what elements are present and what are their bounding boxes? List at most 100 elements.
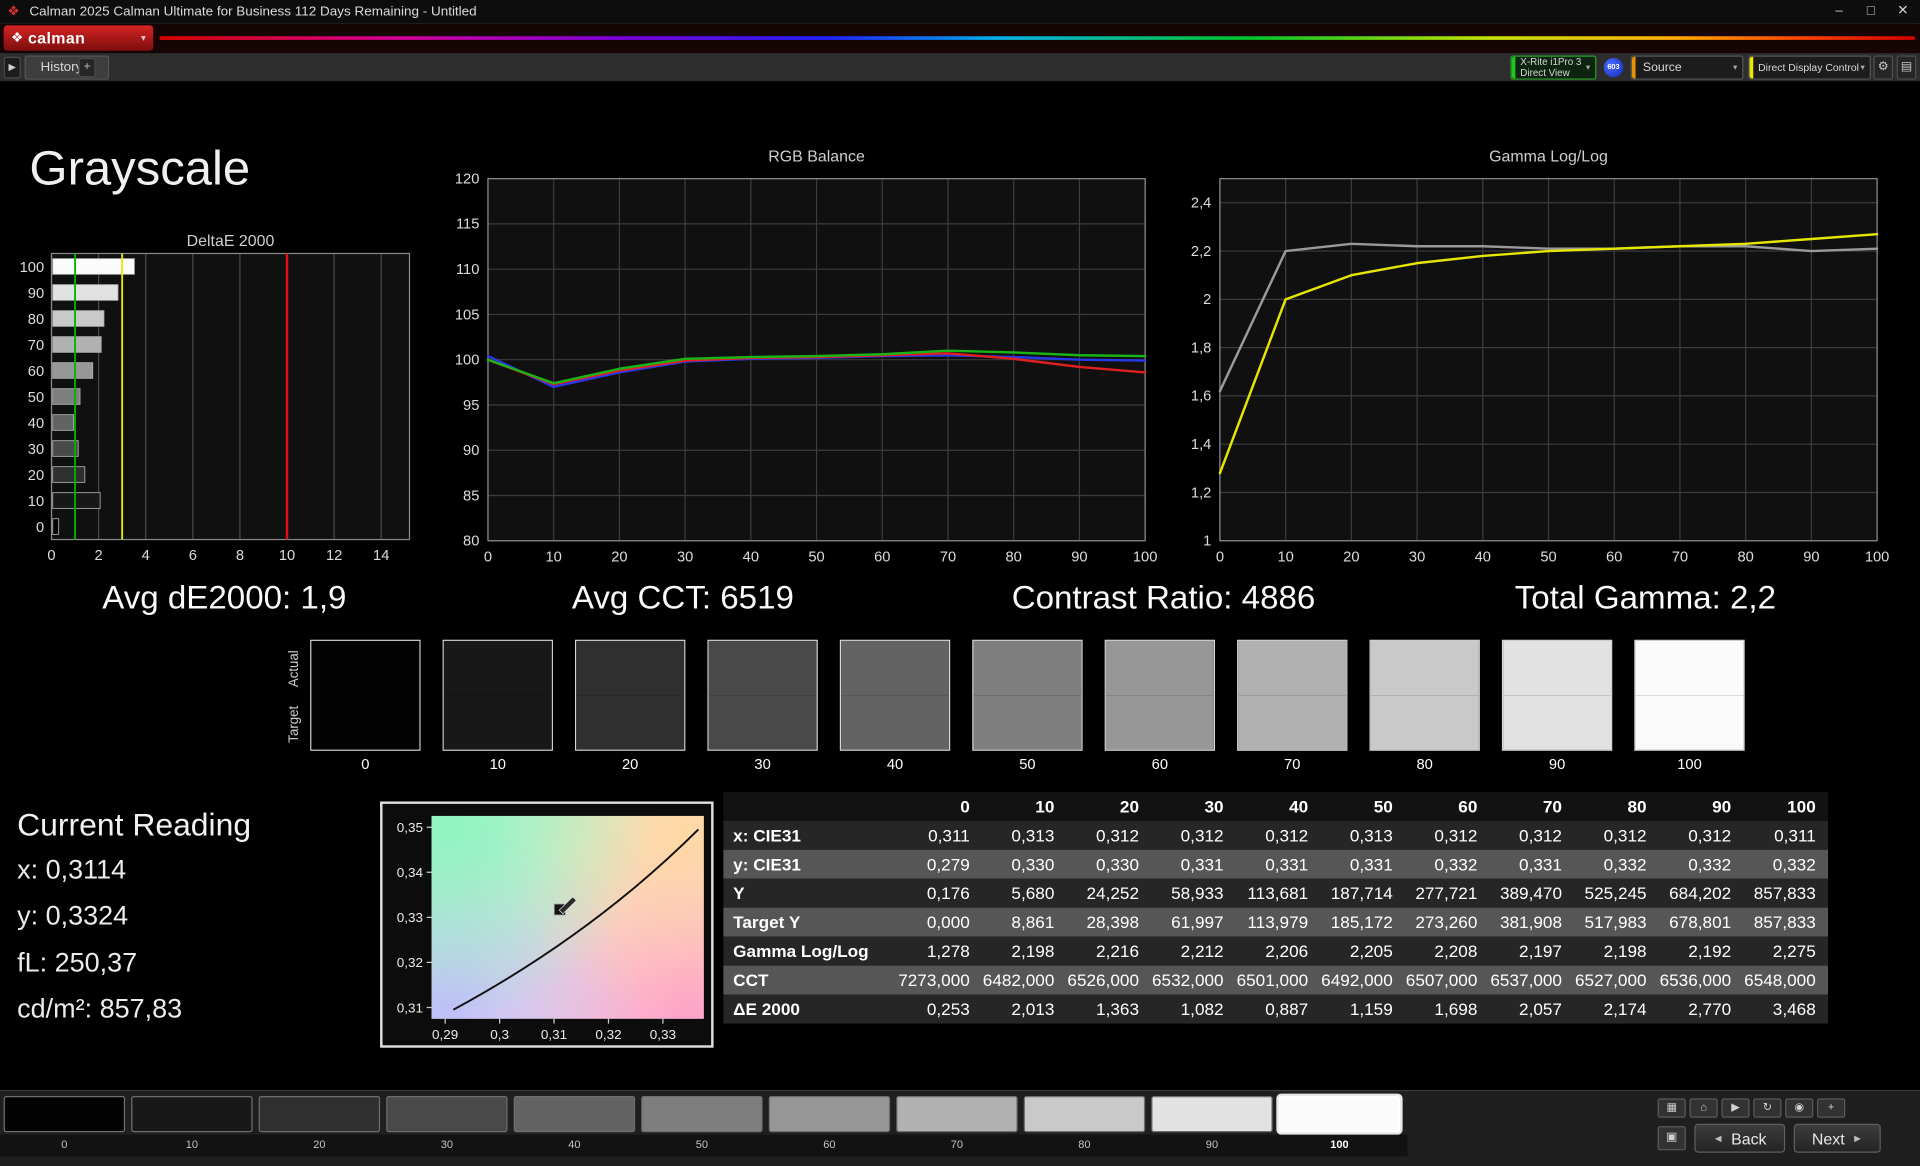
display-control-select[interactable]: Direct Display Control ▾ xyxy=(1748,55,1871,80)
svg-text:8: 8 xyxy=(236,548,244,564)
pattern-level-button-80[interactable] xyxy=(1023,1095,1146,1133)
minimize-button[interactable]: – xyxy=(1827,2,1852,20)
panel-toggle-button[interactable]: ▤ xyxy=(1896,55,1917,80)
table-row-label: x: CIE31 xyxy=(733,825,801,845)
table-cell: 277,721 xyxy=(1415,883,1478,903)
table-cell: 61,997 xyxy=(1171,912,1224,932)
meter-select[interactable]: X-Rite i1Pro 3 Direct View ▾ xyxy=(1510,55,1597,80)
table-cell: 0,312 xyxy=(1519,825,1562,845)
table-cell: 1,363 xyxy=(1096,999,1140,1019)
back-button[interactable]: ◄ Back xyxy=(1694,1123,1785,1153)
actual-patch xyxy=(311,640,420,696)
table-column-header: 60 xyxy=(1458,796,1478,816)
pattern-window-button[interactable]: ▦ xyxy=(1657,1098,1686,1118)
table-cell: 0,332 xyxy=(1688,854,1732,874)
svg-text:80: 80 xyxy=(1737,549,1753,565)
svg-text:1: 1 xyxy=(1203,534,1211,550)
svg-text:0,35: 0,35 xyxy=(397,820,423,835)
pattern-level-button-50[interactable] xyxy=(641,1095,763,1133)
table-column-header: 90 xyxy=(1712,796,1732,816)
svg-text:70: 70 xyxy=(1672,549,1688,565)
pattern-home-button[interactable]: ⌂ xyxy=(1689,1098,1718,1118)
gamma-chart-title: Gamma Log/Log xyxy=(1489,147,1608,166)
table-column-header: 20 xyxy=(1119,796,1140,816)
pattern-level-button-0[interactable] xyxy=(3,1095,126,1133)
pattern-level-button-10[interactable] xyxy=(131,1095,253,1133)
deltae-bar-20 xyxy=(52,466,86,483)
grayscale-patch-0 xyxy=(310,639,421,751)
pattern-level-button-90[interactable] xyxy=(1151,1095,1273,1133)
actual-patch xyxy=(841,640,949,696)
maximize-button[interactable]: □ xyxy=(1859,2,1884,20)
table-column-header: 100 xyxy=(1787,796,1816,816)
pattern-play-button[interactable]: ▶ xyxy=(1721,1098,1750,1118)
svg-text:20: 20 xyxy=(28,468,44,484)
deltae-bar-10 xyxy=(52,492,101,509)
target-patch xyxy=(1105,695,1214,750)
target-patch xyxy=(1503,695,1612,750)
table-cell: 0,312 xyxy=(1603,825,1647,845)
pattern-refresh-button[interactable]: ↻ xyxy=(1753,1098,1782,1118)
svg-text:1,6: 1,6 xyxy=(1191,389,1211,405)
svg-text:20: 20 xyxy=(611,549,627,565)
pattern-level-label: 0 xyxy=(61,1138,68,1151)
table-row-label: Y xyxy=(733,883,745,903)
brand-bar: ❖ calman ▾ xyxy=(0,24,1920,54)
table-cell: 0,313 xyxy=(1011,825,1055,845)
pattern-level-button-100[interactable] xyxy=(1278,1095,1401,1133)
svg-text:20: 20 xyxy=(1343,549,1359,565)
close-button[interactable]: ✕ xyxy=(1891,2,1916,20)
settings-button[interactable]: ⚙ xyxy=(1873,55,1894,80)
svg-text:2,2: 2,2 xyxy=(1191,244,1211,260)
history-nav-button[interactable]: ▶ xyxy=(3,56,21,79)
table-row: CCT 7273,000 6482,000 6526,000 6532,000 6501,… xyxy=(723,965,1829,995)
table-row-label: y: CIE31 xyxy=(733,854,801,874)
table-cell: 0,332 xyxy=(1772,854,1816,874)
pattern-level-label: 50 xyxy=(695,1138,709,1151)
calman-logo-menu[interactable]: ❖ calman ▾ xyxy=(3,25,154,51)
refresh-icon: ↻ xyxy=(1762,1100,1772,1113)
pattern-level-button-20[interactable] xyxy=(258,1095,381,1133)
svg-text:50: 50 xyxy=(808,549,824,565)
table-corner-cell xyxy=(723,792,897,821)
table-cell: 0,311 xyxy=(928,825,970,845)
contrast-ratio-stat: Contrast Ratio: 4886 xyxy=(1011,579,1316,616)
table-column-header: 80 xyxy=(1627,796,1647,816)
grayscale-patch-100 xyxy=(1634,639,1745,751)
deltae-bar-0 xyxy=(52,518,60,535)
home-icon: ⌂ xyxy=(1700,1100,1707,1113)
table-cell: 1,159 xyxy=(1349,999,1393,1019)
svg-text:90: 90 xyxy=(463,443,479,459)
table-cell: 1,698 xyxy=(1434,999,1478,1019)
target-patch xyxy=(1370,695,1479,750)
pattern-add-button[interactable]: + xyxy=(1817,1098,1846,1118)
table-column-header: 10 xyxy=(1035,796,1055,816)
next-button[interactable]: Next ► xyxy=(1793,1123,1882,1153)
target-patch xyxy=(708,695,817,750)
table-column-header: 0 xyxy=(960,796,970,816)
pattern-level-button-60[interactable] xyxy=(768,1095,891,1133)
svg-text:30: 30 xyxy=(1409,549,1425,565)
pattern-target-button[interactable]: ◉ xyxy=(1785,1098,1814,1118)
svg-text:10: 10 xyxy=(546,549,562,565)
actual-patch xyxy=(1635,640,1744,696)
source-select[interactable]: Source ▾ xyxy=(1630,55,1744,80)
svg-text:80: 80 xyxy=(463,534,479,550)
pattern-check-button[interactable]: ▣ xyxy=(1657,1126,1686,1151)
svg-text:0,31: 0,31 xyxy=(541,1027,567,1042)
pattern-level-button-30[interactable] xyxy=(386,1095,508,1133)
add-tab-button[interactable]: + xyxy=(78,57,96,78)
tab-history-1[interactable]: History 1 xyxy=(24,55,110,80)
pattern-level-label: 10 xyxy=(185,1138,199,1151)
pattern-level-button-70[interactable] xyxy=(896,1095,1018,1133)
table-cell: 3,468 xyxy=(1772,999,1816,1019)
table-cell: 7273,000 xyxy=(898,970,970,990)
table-cell: 187,714 xyxy=(1330,883,1393,903)
pattern-level-button-40[interactable] xyxy=(513,1095,636,1133)
total-gamma-stat: Total Gamma: 2,2 xyxy=(1514,579,1776,616)
gamma-loglog-chart: Gamma Log/Log 1 1,2 1,4 1,6 1,8 2 2,2 2,4 0 10 20 3… xyxy=(1159,147,1895,572)
table-cell: 6482,000 xyxy=(982,970,1055,990)
calman-wordmark: calman xyxy=(28,28,86,48)
pattern-level-label: 30 xyxy=(440,1138,454,1151)
svg-text:0,31: 0,31 xyxy=(397,1000,423,1015)
